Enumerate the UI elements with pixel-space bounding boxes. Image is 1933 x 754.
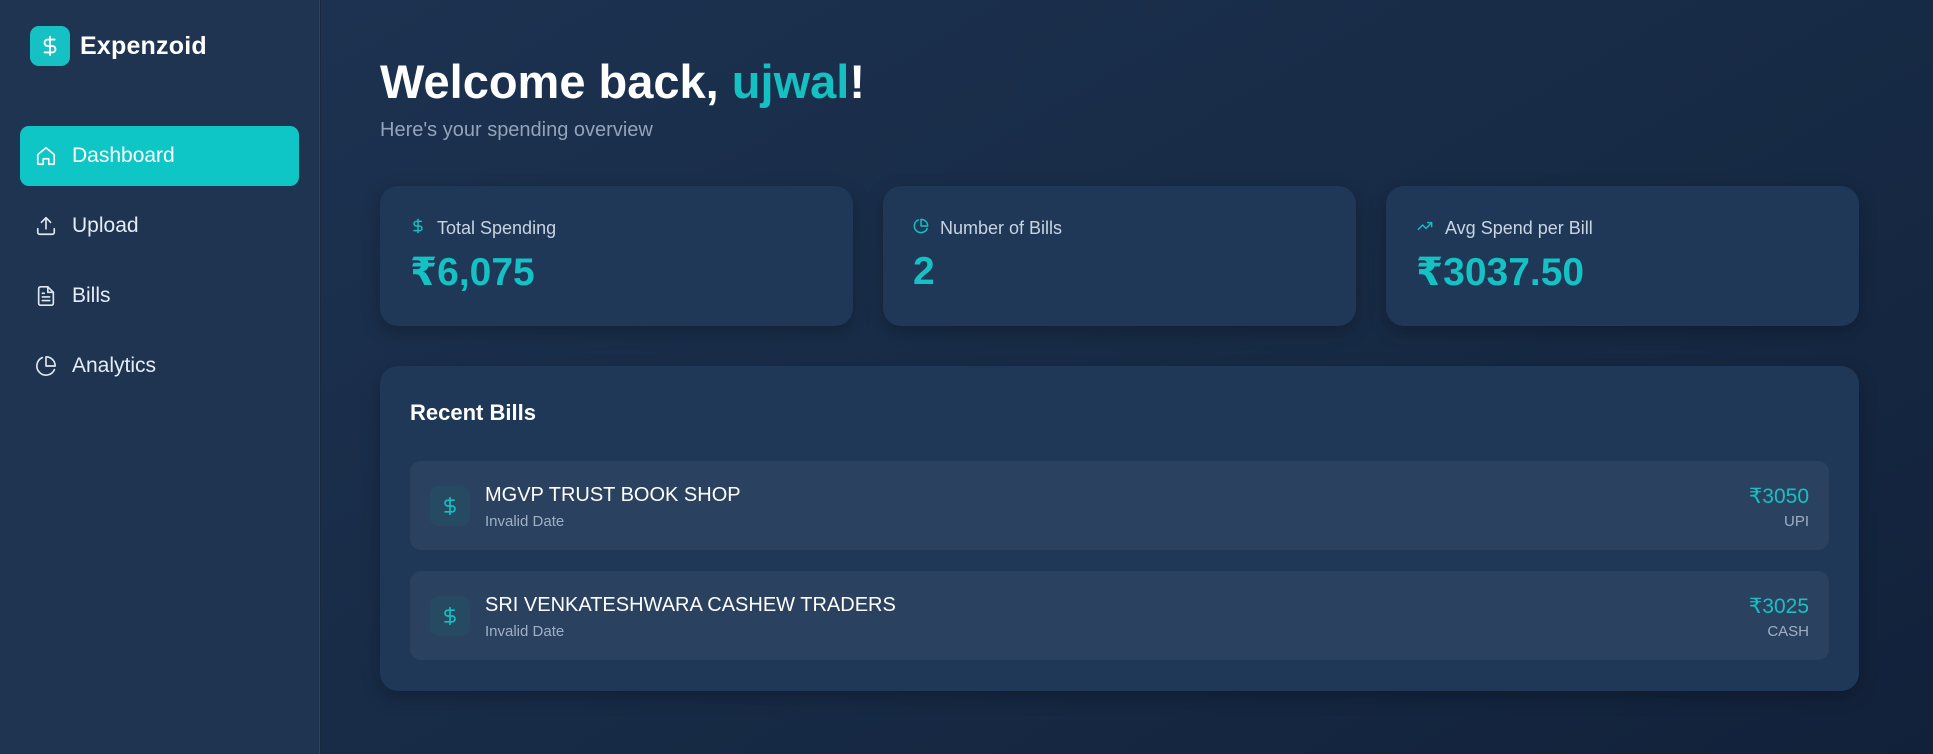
greeting-text: Welcome back, xyxy=(380,55,732,108)
upload-icon xyxy=(34,214,58,238)
bill-payment-method: UPI xyxy=(1783,513,1809,530)
brand[interactable]: Expenzoid xyxy=(30,26,207,66)
user-name: ujwal xyxy=(731,55,850,108)
file-text-icon xyxy=(34,284,58,308)
dollar-icon xyxy=(430,486,470,526)
bill-row[interactable]: SRI VENKATESHWARA CASHEW TRADERS Invalid… xyxy=(410,571,1829,660)
main-content: Welcome back, ujwal! Here's your spendin… xyxy=(321,0,1933,754)
greeting-punctuation: ! xyxy=(849,55,865,108)
stat-card-total-spending: Total Spending ₹6,075 xyxy=(380,186,853,326)
sidebar: Expenzoid Dashboard Upload Bills Analyti… xyxy=(0,0,320,754)
stat-label: Avg Spend per Bill xyxy=(1445,218,1593,238)
recent-bills-panel: Recent Bills MGVP TRUST BOOK SHOP Invali… xyxy=(380,366,1859,691)
bill-date: Invalid Date xyxy=(485,623,565,640)
sidebar-item-label: Analytics xyxy=(72,354,157,377)
sidebar-item-dashboard[interactable]: Dashboard xyxy=(20,126,299,186)
stat-value: ₹3037.50 xyxy=(1416,251,1585,294)
bill-date: Invalid Date xyxy=(485,513,565,530)
pie-chart-icon xyxy=(913,218,929,239)
bill-amount: ₹3025 xyxy=(1748,595,1809,618)
sidebar-item-analytics[interactable]: Analytics xyxy=(20,336,299,396)
bill-name: MGVP TRUST BOOK SHOP xyxy=(485,484,741,506)
recent-bills-title: Recent Bills xyxy=(410,400,536,425)
bill-payment-method: CASH xyxy=(1767,623,1809,640)
pie-chart-icon xyxy=(34,354,58,378)
bill-name: SRI VENKATESHWARA CASHEW TRADERS xyxy=(485,594,896,616)
app-root: Expenzoid Dashboard Upload Bills Analyti… xyxy=(0,0,1933,754)
sidebar-item-label: Bills xyxy=(72,284,111,307)
page-title: Welcome back, ujwal! xyxy=(380,54,865,109)
stat-label: Total Spending xyxy=(437,218,557,238)
app-name: Expenzoid xyxy=(80,31,207,60)
stat-card-avg-spend: Avg Spend per Bill ₹3037.50 xyxy=(1386,186,1859,326)
trending-up-icon xyxy=(1416,218,1434,239)
sidebar-nav: Dashboard Upload Bills Analytics xyxy=(20,126,299,406)
page-subtitle: Here's your spending overview xyxy=(380,119,653,141)
bill-row[interactable]: MGVP TRUST BOOK SHOP Invalid Date ₹3050 … xyxy=(410,461,1829,550)
stat-label: Number of Bills xyxy=(940,218,1063,238)
sidebar-item-upload[interactable]: Upload xyxy=(20,196,299,256)
stat-card-number-of-bills: Number of Bills 2 xyxy=(883,186,1356,326)
sidebar-item-label: Upload xyxy=(72,214,139,237)
stat-value: ₹6,075 xyxy=(410,251,535,294)
stat-value: 2 xyxy=(913,250,935,293)
dollar-icon xyxy=(410,218,426,239)
home-icon xyxy=(34,144,58,168)
dollar-icon xyxy=(30,26,70,66)
dollar-icon xyxy=(430,596,470,636)
sidebar-item-bills[interactable]: Bills xyxy=(20,266,299,326)
sidebar-item-label: Dashboard xyxy=(72,144,175,167)
bill-amount: ₹3050 xyxy=(1748,485,1809,508)
